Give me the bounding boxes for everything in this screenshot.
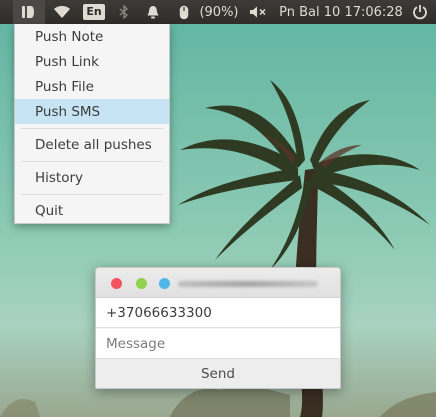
- menu-separator: [21, 128, 163, 129]
- volume-indicator[interactable]: [246, 0, 272, 24]
- menu-item-delete-all-pushes[interactable]: Delete all pushes: [15, 132, 169, 157]
- minimize-button[interactable]: [136, 278, 147, 289]
- menu-item-history[interactable]: History: [15, 165, 169, 190]
- phone-number-field[interactable]: +37066633300: [96, 298, 340, 328]
- notification-indicator[interactable]: [142, 0, 164, 24]
- bluetooth-indicator[interactable]: [114, 0, 134, 24]
- pushbullet-icon: [22, 6, 34, 18]
- volume-muted-icon: [250, 6, 266, 18]
- maximize-button[interactable]: [159, 278, 170, 289]
- menu-item-push-sms[interactable]: Push SMS: [15, 99, 169, 124]
- datetime-indicator[interactable]: Pn Bal 10 17:06:28: [278, 0, 404, 24]
- menu-item-push-link[interactable]: Push Link: [15, 49, 169, 74]
- menu-separator: [21, 194, 163, 195]
- keyboard-layout-indicator[interactable]: En: [82, 0, 106, 24]
- menu-item-push-note[interactable]: Push Note: [15, 24, 169, 49]
- close-button[interactable]: [111, 278, 122, 289]
- pushbullet-menu: Push Note Push Link Push File Push SMS D…: [14, 24, 170, 224]
- send-button[interactable]: Send: [96, 359, 340, 388]
- battery-percent: (90%): [199, 4, 239, 20]
- wifi-indicator[interactable]: [50, 0, 74, 24]
- menu-item-quit[interactable]: Quit: [15, 198, 169, 223]
- power-icon: [413, 5, 427, 20]
- message-field[interactable]: Message: [96, 329, 340, 359]
- dialog-titlebar[interactable]: [96, 268, 340, 298]
- bluetooth-icon: [119, 5, 128, 19]
- bell-icon: [147, 6, 159, 19]
- push-sms-dialog: +37066633300 Message Send: [95, 267, 341, 389]
- wifi-icon: [54, 6, 70, 18]
- mouse-battery-indicator[interactable]: [174, 0, 194, 24]
- menu-item-push-file[interactable]: Push File: [15, 74, 169, 99]
- pushbullet-indicator[interactable]: [13, 0, 45, 24]
- session-indicator[interactable]: [408, 0, 432, 24]
- dialog-title-blurred: [178, 281, 318, 287]
- keyboard-layout-label: En: [83, 4, 105, 20]
- mouse-icon: [179, 5, 189, 19]
- menu-separator: [21, 161, 163, 162]
- top-panel: En (90%) Pn Bal 10 17:06:28: [0, 0, 436, 24]
